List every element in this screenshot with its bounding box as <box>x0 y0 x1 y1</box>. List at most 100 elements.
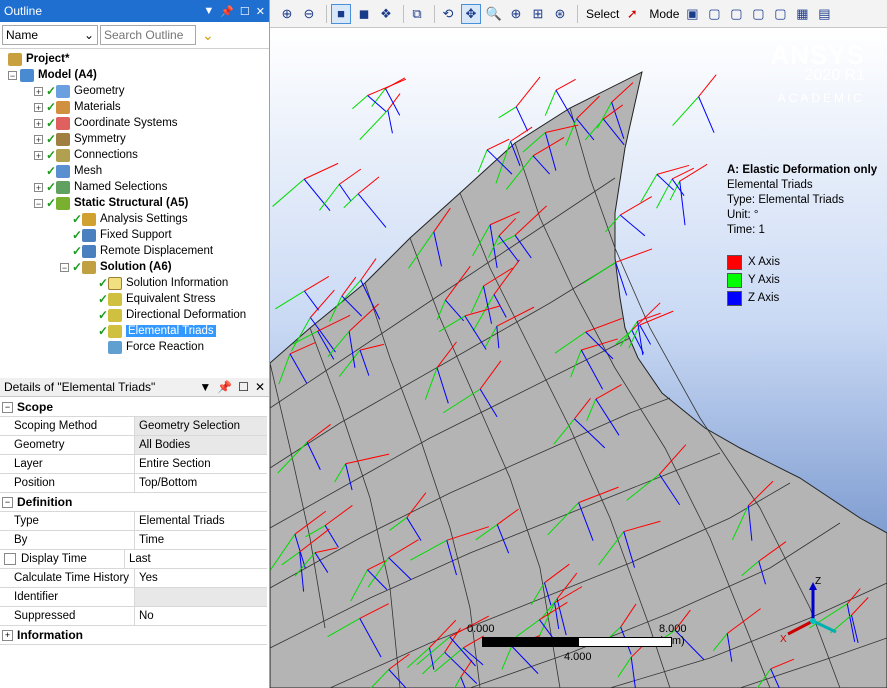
triad-line <box>357 176 380 195</box>
collapse-icon[interactable]: − <box>8 70 17 80</box>
box-zoom-icon[interactable]: ⧉ <box>408 5 426 23</box>
tree-item-solution-information[interactable]: ✓ Solution Information <box>98 275 228 291</box>
detail-row[interactable]: Layer Entire Section <box>0 455 267 474</box>
filter-select[interactable]: Name ⌄ <box>2 25 98 45</box>
expand-icon[interactable]: + <box>34 118 43 128</box>
tree-item-mesh[interactable]: ✓ Mesh <box>46 163 102 179</box>
maximize-icon[interactable]: ☐ <box>240 5 250 18</box>
detail-value[interactable]: No <box>135 607 267 625</box>
select-all-icon[interactable]: ▤ <box>815 5 833 23</box>
shaded-cube-icon[interactable]: ◼ <box>355 5 373 23</box>
detail-value[interactable]: All Bodies <box>135 436 267 454</box>
dropdown-arrow-icon[interactable]: ▼ <box>199 380 211 394</box>
detail-key: Layer <box>0 455 135 473</box>
close-icon[interactable]: ✕ <box>256 5 265 18</box>
tree-item-geometry[interactable]: + ✓ Geometry <box>34 83 125 99</box>
detail-row[interactable]: Geometry All Bodies <box>0 436 267 455</box>
directional-deformation-icon <box>108 308 122 322</box>
tree-item-solution[interactable]: − ✓ Solution (A6) <box>60 259 172 275</box>
detail-value[interactable] <box>135 588 267 606</box>
pin-icon[interactable]: 📌 <box>220 5 234 18</box>
display-edges-icon[interactable]: ❖ <box>377 5 395 23</box>
group-definition[interactable]: − Definition <box>0 493 267 512</box>
group-information[interactable]: + Information <box>0 626 267 645</box>
tree-item-directional-deformation[interactable]: ✓ Directional Deformation <box>98 307 246 323</box>
triad-line <box>698 74 717 97</box>
zoom-all-icon[interactable]: ⊛ <box>551 5 569 23</box>
tree-item-symmetry[interactable]: + ✓ Symmetry <box>34 131 126 147</box>
details-table: − Scope Scoping Method Geometry Selection … <box>0 398 267 645</box>
expand-icon[interactable]: + <box>34 134 43 144</box>
display-time-checkbox[interactable] <box>4 553 16 565</box>
select-vertex-icon[interactable]: ▣ <box>683 5 701 23</box>
graphics-viewport[interactable]: ANSYS 2020 R1 ACADEMIC A: Elastic Deform… <box>270 28 887 688</box>
filter-options-icon[interactable]: ⌄ <box>202 27 214 44</box>
check-icon: ✓ <box>72 228 83 242</box>
rotate-icon[interactable]: ⟲ <box>439 5 457 23</box>
detail-row[interactable]: Display Time Last <box>0 550 267 569</box>
detail-row[interactable]: Identifier <box>0 588 267 607</box>
select-element-icon[interactable]: ▦ <box>793 5 811 23</box>
tree-item-coordinate-systems[interactable]: + ✓ Coordinate Systems <box>34 115 178 131</box>
pin-icon[interactable]: 📌 <box>217 380 232 394</box>
collapse-icon[interactable]: − <box>34 198 43 208</box>
expand-icon[interactable]: + <box>34 150 43 160</box>
tree-item-elemental-triads[interactable]: ✓ Elemental Triads <box>98 323 216 339</box>
detail-value[interactable]: Yes <box>135 569 267 587</box>
tree-item-remote-displacement[interactable]: ✓ Remote Displacement <box>72 243 213 259</box>
tree-item-analysis-settings[interactable]: ✓ Analysis Settings <box>72 211 188 227</box>
search-outline-input[interactable] <box>100 25 196 45</box>
zoom-icon[interactable]: 🔍 <box>485 5 503 23</box>
pan-icon[interactable]: ✥ <box>461 3 481 24</box>
detail-row[interactable]: Scoping Method Geometry Selection <box>0 417 267 436</box>
detail-value[interactable]: Last <box>125 550 267 568</box>
legend-subtitle: Elemental Triads <box>727 179 813 191</box>
tree-item-project[interactable]: Project* <box>8 51 69 67</box>
mode-dropdown[interactable]: Mode <box>649 7 679 21</box>
detail-row[interactable]: Calculate Time History Yes <box>0 569 267 588</box>
expand-icon[interactable]: + <box>34 102 43 112</box>
close-icon[interactable]: ✕ <box>255 380 265 394</box>
zoom-out-icon[interactable]: ⊖ <box>300 5 318 23</box>
cube-view-icon[interactable]: ■ <box>331 3 351 24</box>
select-button[interactable]: Select <box>586 7 619 21</box>
detail-value[interactable]: Geometry Selection <box>135 417 267 435</box>
dropdown-arrow-icon[interactable]: ▼ <box>203 5 214 17</box>
detail-value[interactable]: Entire Section <box>135 455 267 473</box>
triad-line <box>274 290 305 310</box>
collapse-icon[interactable]: − <box>2 496 13 508</box>
detail-row[interactable]: Position Top/Bottom <box>0 474 267 493</box>
tree-item-label: Equivalent Stress <box>126 293 216 305</box>
select-node-icon[interactable]: ▢ <box>771 5 789 23</box>
zoom-in-icon[interactable]: ⊕ <box>278 5 296 23</box>
tree-item-force-reaction[interactable]: Force Reaction <box>108 339 204 355</box>
detail-value[interactable]: Top/Bottom <box>135 474 267 492</box>
expand-icon[interactable]: + <box>34 86 43 96</box>
expand-icon[interactable]: + <box>2 629 13 641</box>
collapse-icon[interactable]: − <box>60 262 69 272</box>
triad-line <box>359 109 389 140</box>
tree-item-named-selections[interactable]: + ✓ Named Selections <box>34 179 167 195</box>
legend-type: Type: Elemental Triads <box>727 194 844 206</box>
detail-value[interactable]: Time <box>135 531 267 549</box>
select-body-icon[interactable]: ▢ <box>749 5 767 23</box>
tree-item-static-structural[interactable]: − ✓ Static Structural (A5) <box>34 195 188 211</box>
detail-row[interactable]: Type Elemental Triads <box>0 512 267 531</box>
detail-row[interactable]: Suppressed No <box>0 607 267 626</box>
tree-item-connections[interactable]: + ✓ Connections <box>34 147 138 163</box>
collapse-icon[interactable]: − <box>2 401 13 413</box>
zoom-box-icon[interactable]: ⊞ <box>529 5 547 23</box>
expand-icon[interactable]: + <box>34 182 43 192</box>
tree-item-model[interactable]: − Model (A4) <box>8 67 97 83</box>
tree-item-fixed-support[interactable]: ✓ Fixed Support <box>72 227 172 243</box>
check-icon: ✓ <box>98 324 109 338</box>
select-face-icon[interactable]: ▢ <box>727 5 745 23</box>
tree-item-materials[interactable]: + ✓ Materials <box>34 99 121 115</box>
group-scope[interactable]: − Scope <box>0 398 267 417</box>
detail-value[interactable]: Elemental Triads <box>135 512 267 530</box>
detail-row[interactable]: By Time <box>0 531 267 550</box>
select-edge-icon[interactable]: ▢ <box>705 5 723 23</box>
zoom-to-fit-icon[interactable]: ⊕ <box>507 5 525 23</box>
maximize-icon[interactable]: ☐ <box>238 380 249 394</box>
tree-item-equivalent-stress[interactable]: ✓ Equivalent Stress <box>98 291 216 307</box>
